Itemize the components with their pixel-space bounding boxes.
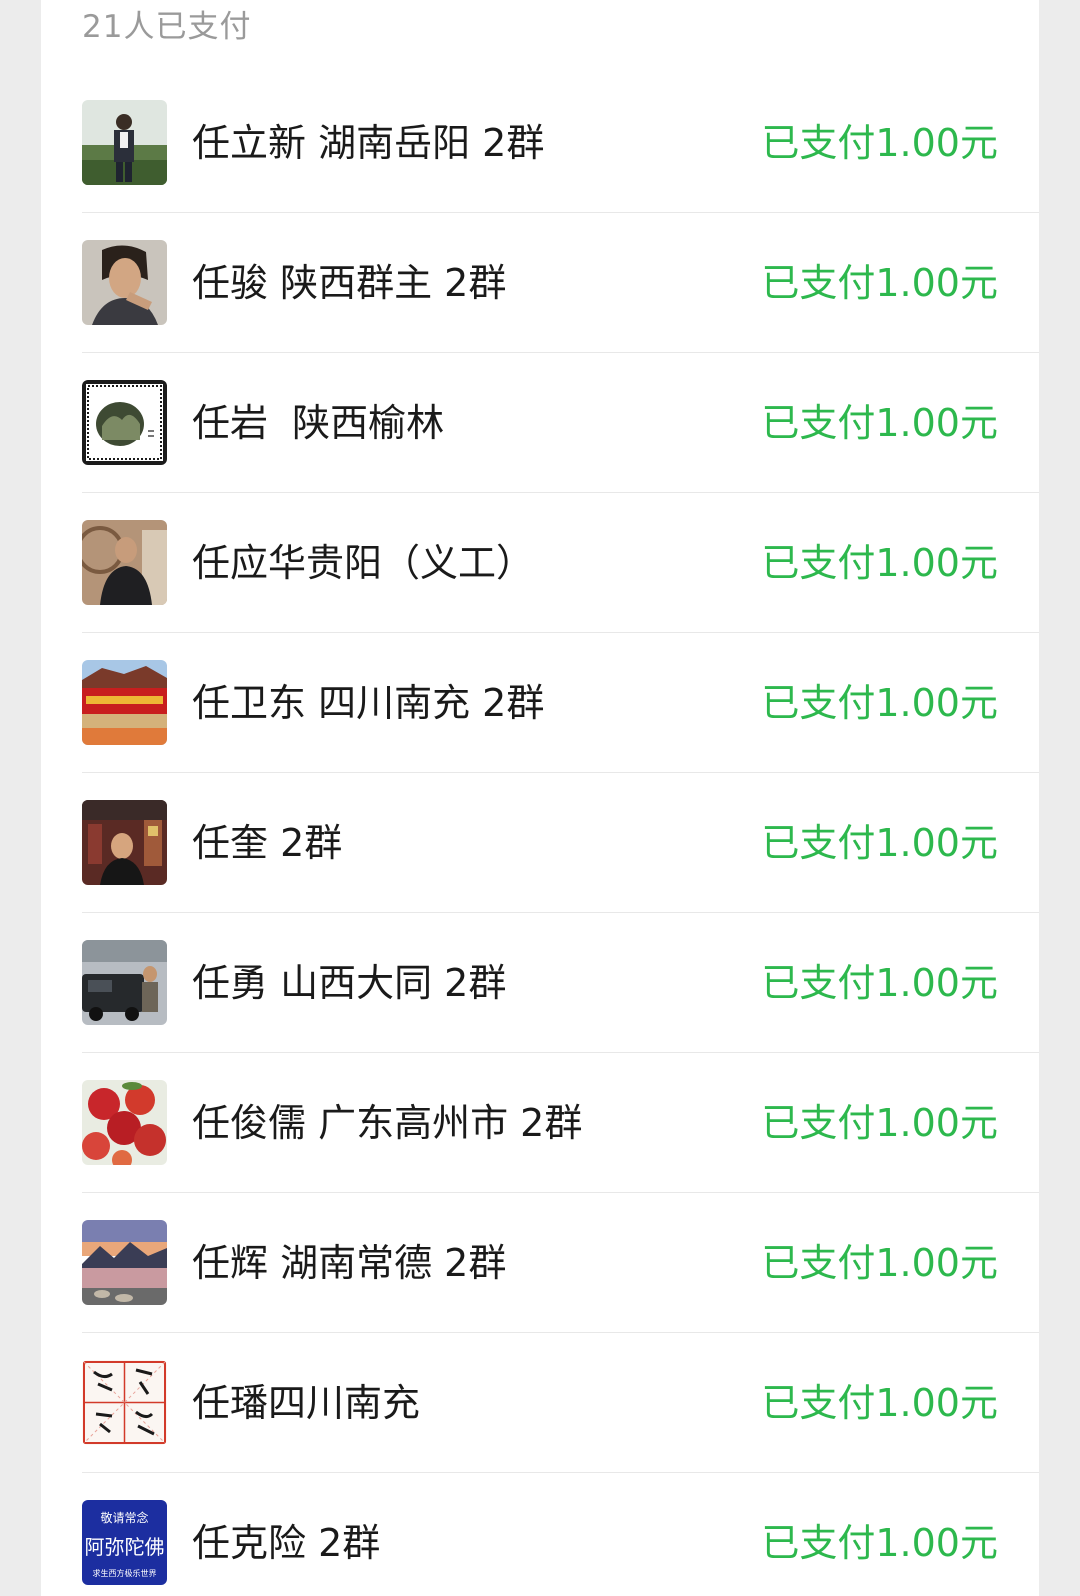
- blue-calligraphy-avatar[interactable]: 敬请常念 阿弥陀佛 求生西方极乐世界: [82, 1500, 167, 1585]
- list-item[interactable]: 任璠四川南充 已支付1.00元: [82, 1333, 1039, 1473]
- payment-status: 已支付1.00元: [761, 1381, 998, 1425]
- list-item[interactable]: 任骏 陕西群主 2群 已支付1.00元: [82, 213, 1039, 353]
- list-item[interactable]: 敬请常念 阿弥陀佛 求生西方极乐世界 任克险 2群 已支付1.00元: [82, 1473, 1039, 1596]
- paid-count-header: 21人已支付: [82, 9, 252, 45]
- list-item[interactable]: 任应华贵阳（义工） 已支付1.00元: [82, 493, 1039, 633]
- payment-status: 已支付1.00元: [761, 1241, 998, 1285]
- photo-man-car-avatar[interactable]: [82, 940, 167, 1025]
- payment-status: 已支付1.00元: [761, 1521, 998, 1565]
- avatar-text-main: 阿弥陀佛: [85, 1535, 165, 1559]
- list-item[interactable]: 任奎 2群 已支付1.00元: [82, 773, 1039, 913]
- list-item[interactable]: 任俊儒 广东高州市 2群 已支付1.00元: [82, 1053, 1039, 1193]
- payer-name: 任辉 湖南常德 2群: [192, 1241, 507, 1285]
- payer-list: 任立新 湖南岳阳 2群 已支付1.00元 任骏 陕西群主 2群 已支付1.00元: [41, 73, 1039, 1596]
- payment-status: 已支付1.00元: [761, 961, 998, 1005]
- payer-name: 任立新 湖南岳阳 2群: [192, 121, 545, 165]
- payer-name: 任克险 2群: [192, 1521, 381, 1565]
- photo-man-field-avatar[interactable]: [82, 100, 167, 185]
- payment-status: 已支付1.00元: [761, 1101, 998, 1145]
- list-item[interactable]: 任辉 湖南常德 2群 已支付1.00元: [82, 1193, 1039, 1333]
- payer-name: 任骏 陕西群主 2群: [192, 261, 507, 305]
- payer-name: 任奎 2群: [192, 821, 343, 865]
- list-item[interactable]: 任立新 湖南岳阳 2群 已支付1.00元: [82, 73, 1039, 213]
- payment-status: 已支付1.00元: [761, 261, 998, 305]
- avatar-text-top: 敬请常念: [100, 1510, 148, 1525]
- payer-name: 任勇 山西大同 2群: [192, 961, 507, 1005]
- payer-name: 任璠四川南充: [192, 1381, 421, 1425]
- list-item[interactable]: 任岩 陕西榆林 已支付1.00元: [82, 353, 1039, 493]
- list-item[interactable]: 任卫东 四川南充 2群 已支付1.00元: [82, 633, 1039, 773]
- payment-list-card: 21人已支付 任立新 湖南岳阳 2群 已支付1.00元 任骏 陕西群主 2群 已…: [41, 0, 1039, 1596]
- banner-building-avatar[interactable]: [82, 660, 167, 745]
- stamp-landscape-avatar[interactable]: [82, 380, 167, 465]
- photo-man-portrait-avatar[interactable]: [82, 240, 167, 325]
- payer-name: 任岩 陕西榆林: [192, 401, 445, 445]
- photo-man-shop-avatar[interactable]: [82, 800, 167, 885]
- payment-status: 已支付1.00元: [761, 821, 998, 865]
- payer-name: 任应华贵阳（义工）: [192, 541, 535, 585]
- list-item[interactable]: 任勇 山西大同 2群 已支付1.00元: [82, 913, 1039, 1053]
- lake-sunset-avatar[interactable]: [82, 1220, 167, 1305]
- payer-name: 任俊儒 广东高州市 2群: [192, 1101, 583, 1145]
- photo-man-indoor-avatar[interactable]: [82, 520, 167, 605]
- apples-avatar[interactable]: [82, 1080, 167, 1165]
- payment-status: 已支付1.00元: [761, 121, 998, 165]
- payer-name: 任卫东 四川南充 2群: [192, 681, 545, 725]
- payment-status: 已支付1.00元: [761, 541, 998, 585]
- avatar-text-bottom: 求生西方极乐世界: [93, 1568, 157, 1578]
- payment-status: 已支付1.00元: [761, 401, 998, 445]
- calligraphy-grid-avatar[interactable]: [82, 1360, 167, 1445]
- payment-status: 已支付1.00元: [761, 681, 998, 725]
